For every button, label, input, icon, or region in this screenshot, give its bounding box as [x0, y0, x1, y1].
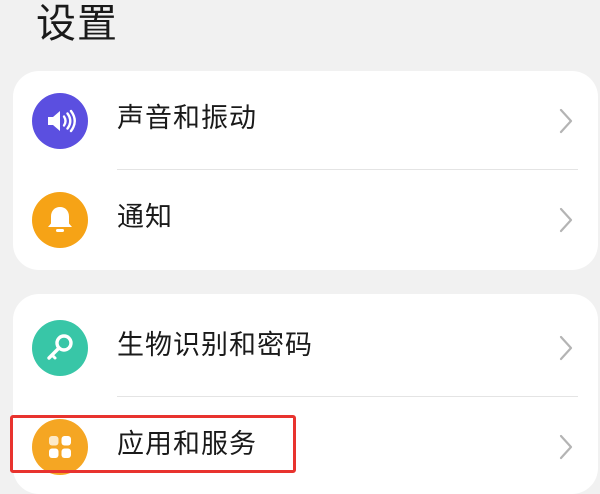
chevron-right-icon	[559, 434, 573, 460]
settings-item-label: 声音和振动	[117, 103, 257, 134]
settings-item-notifications[interactable]: 通知	[13, 170, 598, 268]
settings-group-2: 生物识别和密码 应用和服务	[13, 294, 598, 494]
settings-item-biometrics-password[interactable]: 生物识别和密码	[13, 298, 598, 396]
key-icon	[32, 320, 88, 376]
page-title: 设置	[36, 1, 118, 47]
settings-group-1: 声音和振动 通知	[13, 71, 598, 270]
settings-item-label: 生物识别和密码	[117, 330, 313, 361]
apps-grid-icon	[32, 419, 88, 475]
speaker-volume-icon	[32, 93, 88, 149]
settings-item-apps-services[interactable]: 应用和服务	[13, 397, 598, 494]
chevron-right-icon	[559, 207, 573, 233]
settings-item-label: 通知	[117, 202, 173, 233]
settings-item-label: 应用和服务	[117, 429, 257, 460]
settings-item-sound-vibration[interactable]: 声音和振动	[13, 71, 598, 169]
chevron-right-icon	[559, 108, 573, 134]
chevron-right-icon	[559, 335, 573, 361]
bell-icon	[32, 192, 88, 248]
